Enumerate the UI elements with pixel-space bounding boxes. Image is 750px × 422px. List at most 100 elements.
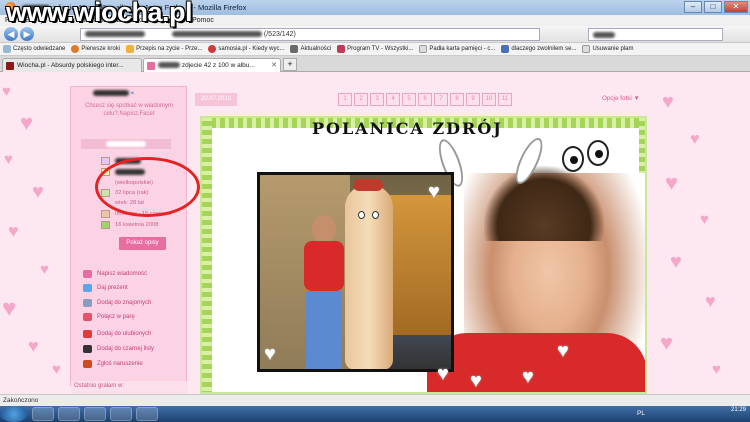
leaf-border: [202, 118, 212, 392]
firefox-icon: [71, 45, 80, 53]
redacted-url: [85, 31, 145, 38]
explorer-taskbar-icon[interactable]: [32, 407, 54, 421]
hotdog-statue: [345, 179, 393, 369]
url-bar[interactable]: (/523/142): [80, 28, 540, 41]
page-link[interactable]: 5: [402, 93, 416, 106]
browser-window: zdjecie 42 z 100 w albumie Je na Fotka.p…: [0, 0, 750, 422]
page-link[interactable]: 7: [434, 93, 448, 106]
bookmark-item[interactable]: Przepis na zycie - Prze...: [126, 45, 202, 53]
photo-caption: POLANICA ZDRÓJ: [312, 119, 503, 138]
woman-head: [312, 215, 336, 243]
bookmark-item[interactable]: Padła karta pamięci - c...: [419, 45, 495, 53]
heart-decoration: ♥: [705, 291, 716, 311]
firefox-taskbar-icon[interactable]: [84, 407, 106, 421]
white-heart: ♥: [428, 181, 440, 203]
tab-wiocha[interactable]: Wiocha.pl - Absurdy polskiego inter...: [2, 58, 142, 72]
page-link[interactable]: 11: [498, 93, 512, 106]
action-give-gift[interactable]: Daj prezent: [83, 284, 128, 292]
white-heart: ♥: [557, 340, 569, 362]
pagination: 1 2 3 4 5 6 7 8 9 10 11: [338, 93, 512, 106]
menu-help[interactable]: Pomoc: [192, 17, 214, 24]
message-icon: [83, 270, 92, 278]
heart-icon: [208, 45, 217, 53]
status-message: Chcesz się spotkać w wiadomym celu?,Napi…: [84, 103, 174, 117]
forward-button[interactable]: ▶: [20, 27, 34, 41]
cake-icon: [101, 210, 110, 218]
redacted-search: [593, 32, 615, 39]
page-icon: [501, 45, 510, 53]
page-link[interactable]: 8: [450, 93, 464, 106]
minimize-button[interactable]: –: [684, 1, 702, 13]
watermark-logo: www.wiocha.pl: [6, 0, 193, 27]
redacted-tab-name: [158, 62, 180, 69]
page-link[interactable]: 9: [466, 93, 480, 106]
white-heart: ♥: [522, 366, 534, 388]
start-button[interactable]: [0, 406, 28, 422]
media-taskbar-icon[interactable]: [58, 407, 80, 421]
white-heart: ♥: [437, 363, 449, 385]
navigation-toolbar: ◀ ▶ (/523/142): [0, 26, 750, 43]
new-tab-button[interactable]: +: [283, 58, 297, 71]
bookmark-item[interactable]: Pierwsze kroki: [71, 45, 120, 53]
page-link[interactable]: 6: [418, 93, 432, 106]
heart-decoration: ♥: [662, 91, 674, 113]
tab-fotka[interactable]: zdjecie 42 z 100 w albu... ✕: [143, 58, 281, 72]
redacted-username: [93, 90, 129, 96]
action-pair[interactable]: Połącz w parę: [83, 313, 135, 321]
close-button[interactable]: ✕: [724, 1, 748, 13]
page-link[interactable]: 2: [354, 93, 368, 106]
bookmark-item[interactable]: Usuwanie plam: [582, 45, 633, 53]
page-link[interactable]: 10: [482, 93, 496, 106]
bookmark-icon: [3, 45, 11, 53]
heart-decoration: ♥: [28, 336, 39, 356]
bookmark-item[interactable]: Aktualności: [290, 45, 331, 53]
cartoon-eye-left: [562, 146, 584, 172]
red-top: [427, 333, 645, 392]
main-photo[interactable]: POLANICA ZDRÓJ ♥ ♥ ♥ ♥ ♥ ♥: [200, 116, 647, 394]
window-controls: – □ ✕: [684, 1, 748, 13]
back-button[interactable]: ◀: [4, 27, 18, 41]
status-bar: Zakończono: [0, 394, 750, 406]
action-report[interactable]: Zgłoś naruszenie: [83, 360, 143, 368]
cartoon-eye-right: [587, 140, 609, 166]
heart-decoration: ♥: [40, 261, 49, 278]
page-viewport: ♥ ♥ ♥ ♥ ♥ ♥ ♥ ♥ ♥ ♥ ♥ ♥ ♥ ♥ ♥ ♥ ♥ ● Chce…: [0, 72, 750, 394]
action-add-favorite[interactable]: Dodaj do ulubionych: [83, 330, 151, 338]
white-heart: ♥: [470, 370, 482, 392]
action-blacklist[interactable]: Dodaj do czarnej listy: [83, 345, 154, 353]
help-icon[interactable]: ●: [131, 91, 135, 97]
heart-decoration: ♥: [2, 295, 17, 322]
search-input[interactable]: [588, 28, 723, 41]
bookmarks-toolbar: Często odwiedzane Pierwsze kroki Przepis…: [0, 43, 750, 56]
action-write-message[interactable]: Napisz wiadomość: [83, 270, 147, 278]
heart-decoration: ♥: [660, 330, 674, 355]
tv-icon: [126, 45, 135, 53]
bookmark-item[interactable]: Często odwiedzane: [3, 45, 65, 53]
bookmark-item[interactable]: samosia.pl - Kiedy wyc...: [208, 45, 284, 53]
heart-decoration: ♥: [2, 83, 11, 100]
page-link[interactable]: 3: [370, 93, 384, 106]
show-descriptions-button[interactable]: Pokaż opisy: [119, 237, 166, 250]
app-taskbar-icon[interactable]: [136, 407, 158, 421]
system-clock[interactable]: 21:29: [731, 407, 746, 414]
redacted-url-path: [171, 31, 262, 38]
hotdog-eye: [358, 211, 365, 219]
page-link[interactable]: 1: [338, 93, 352, 106]
last-played-label: Ostatnio grałam w:: [71, 381, 188, 394]
tab-close-icon[interactable]: ✕: [271, 61, 277, 69]
hotdog-sausage: [353, 179, 383, 191]
heart-decoration: ♥: [670, 251, 682, 273]
bookmark-item[interactable]: dlaczego zwolnilem se...: [501, 45, 576, 53]
pupil: [570, 156, 578, 164]
wiocha-favicon: [6, 62, 14, 70]
profile-band: [81, 139, 171, 149]
photo-options-menu[interactable]: Opcje fotki ▼: [602, 95, 640, 102]
language-indicator[interactable]: PL: [637, 410, 645, 417]
page-link[interactable]: 4: [386, 93, 400, 106]
inset-photo: ♥ ♥: [257, 172, 454, 372]
bookmark-item[interactable]: Program TV - Wszystki...: [337, 45, 413, 53]
maximize-button[interactable]: □: [704, 1, 722, 13]
friends-icon: [83, 299, 92, 307]
skype-taskbar-icon[interactable]: [110, 407, 132, 421]
action-add-friend[interactable]: Dodaj do znajomych: [83, 299, 151, 307]
